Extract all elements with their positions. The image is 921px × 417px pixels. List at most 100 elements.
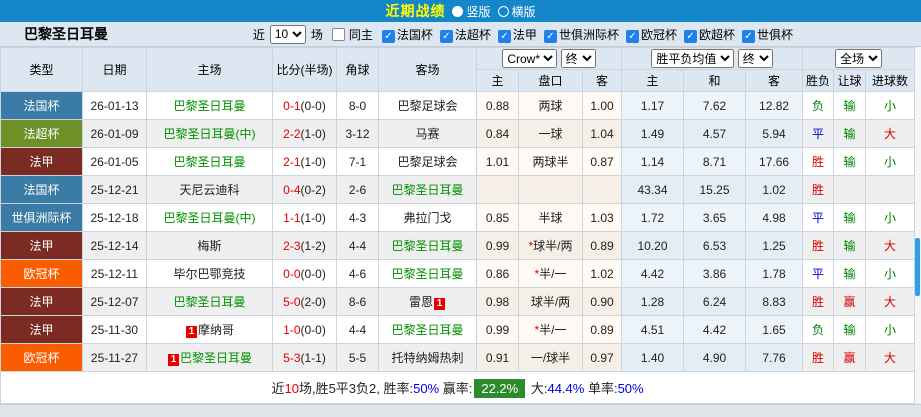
result-cell: 平	[803, 260, 834, 288]
corner-cell: 7-1	[337, 148, 379, 176]
col-away: 客场	[379, 48, 477, 92]
league-badge: 法甲	[1, 232, 83, 260]
pan-home-odds: 0.91	[477, 344, 519, 372]
league-checkbox-法甲[interactable]: ✓	[498, 30, 511, 43]
scope-select[interactable]: 全场	[835, 49, 882, 68]
layout-horizontal-option[interactable]: 横版	[498, 3, 536, 20]
result-cell: 胜	[803, 344, 834, 372]
handicap-line: 球半/两	[519, 288, 583, 316]
match-row: 法甲25-11-301摩纳哥1-0(0-0)4-4巴黎圣日耳曼0.99*半/一0…	[1, 316, 915, 344]
col-avg-away: 客	[746, 70, 803, 92]
recent-count-select[interactable]: 10	[270, 25, 306, 44]
avg-home-odds: 1.17	[622, 92, 684, 120]
pan-away-odds: 1.03	[583, 204, 622, 232]
col-pan-away: 客	[583, 70, 622, 92]
recent-label: 近	[253, 26, 265, 43]
score-cell: 0-1(0-0)	[273, 92, 337, 120]
topbar: 近期战绩 竖版 横版	[0, 0, 921, 22]
summary-segment: 10	[284, 381, 298, 396]
recent-results-panel: 近期战绩 竖版 横版 巴黎圣日耳曼 近 10 场 同主 ✓法国杯✓法超杯✓法甲✓…	[0, 0, 921, 403]
radio-unselected-icon[interactable]	[498, 6, 509, 17]
corner-cell: 4-4	[337, 232, 379, 260]
avg-draw-odds: 7.62	[684, 92, 746, 120]
avg-away-odds: 5.94	[746, 120, 803, 148]
avg-final-select[interactable]: 终	[738, 49, 773, 68]
odds-final-select[interactable]: 终	[561, 49, 596, 68]
handicap-line: 两球半	[519, 148, 583, 176]
home-team-cell: 巴黎圣日耳曼	[147, 92, 273, 120]
table-header: 类型 日期 主场 比分(半场) 角球 客场 Crow* 终 胜平负均值 终 全场	[1, 48, 915, 92]
handicap-result-cell: 输	[834, 120, 866, 148]
league-checkbox-世俱洲际杯[interactable]: ✓	[544, 30, 557, 43]
avg-odds-header: 胜平负均值 终	[622, 48, 803, 70]
bottom-strip	[0, 404, 921, 417]
col-date: 日期	[83, 48, 147, 92]
avg-odds-select[interactable]: 胜平负均值	[651, 49, 734, 68]
pan-away-odds: 0.97	[583, 344, 622, 372]
team-name: 巴黎足球会	[397, 155, 457, 169]
match-date: 25-12-21	[83, 176, 147, 204]
home-team-cell: 巴黎圣日耳曼	[147, 288, 273, 316]
team-name: 摩纳哥	[198, 323, 234, 337]
team-name: 巴黎圣日耳曼	[173, 99, 245, 113]
league-checkbox-欧超杯[interactable]: ✓	[684, 30, 697, 43]
odds-company-select[interactable]: Crow*	[502, 49, 557, 68]
goals-result-cell: 小	[866, 204, 915, 232]
avg-draw-odds: 4.42	[684, 316, 746, 344]
pan-away-odds: 0.89	[583, 316, 622, 344]
matches-label: 场	[311, 26, 323, 43]
goals-result-cell: 大	[866, 344, 915, 372]
avg-home-odds: 43.34	[622, 176, 684, 204]
league-checkbox-法超杯[interactable]: ✓	[440, 30, 453, 43]
avg-home-odds: 1.49	[622, 120, 684, 148]
league-checkbox-label: 欧超杯	[699, 28, 735, 42]
league-checkbox-世俱杯[interactable]: ✓	[742, 30, 755, 43]
match-row: 法超杯26-01-09巴黎圣日耳曼(中)2-2(1-0)3-12马赛0.84一球…	[1, 120, 915, 148]
handicap-result-cell: 输	[834, 316, 866, 344]
avg-draw-odds: 4.90	[684, 344, 746, 372]
league-checkbox-法国杯[interactable]: ✓	[382, 30, 395, 43]
layout-vertical-label: 竖版	[466, 3, 490, 20]
summary-segment: 22.2%	[474, 379, 525, 398]
radio-selected-icon[interactable]	[452, 6, 463, 17]
league-filter-checkboxes: ✓法国杯✓法超杯✓法甲✓世俱洲际杯✓欧冠杯✓欧超杯✓世俱杯	[375, 26, 793, 43]
avg-draw-odds: 4.57	[684, 120, 746, 148]
team-name: 巴黎圣日耳曼	[391, 239, 463, 253]
league-badge: 法甲	[1, 148, 83, 176]
goals-result-cell: 大	[866, 288, 915, 316]
pan-home-odds: 0.98	[477, 288, 519, 316]
handicap-result-cell	[834, 176, 866, 204]
handicap-line: 半球	[519, 204, 583, 232]
avg-home-odds: 1.28	[622, 288, 684, 316]
summary-segment: 44.4%	[547, 381, 584, 396]
same-home-label: 同主	[349, 26, 373, 43]
avg-away-odds: 4.98	[746, 204, 803, 232]
handicap-line: 一/球半	[519, 344, 583, 372]
league-checkbox-欧冠杯[interactable]: ✓	[626, 30, 639, 43]
avg-away-odds: 7.76	[746, 344, 803, 372]
away-team-cell: 托特纳姆热刺	[379, 344, 477, 372]
league-badge: 欧冠杯	[1, 344, 83, 372]
same-home-checkbox[interactable]	[332, 28, 345, 41]
team-name: 巴黎足球会	[397, 99, 457, 113]
avg-away-odds: 12.82	[746, 92, 803, 120]
col-score: 比分(半场)	[273, 48, 337, 92]
match-row: 法国杯26-01-13巴黎圣日耳曼0-1(0-0)8-0巴黎足球会0.88两球1…	[1, 92, 915, 120]
handicap-line: 一球	[519, 120, 583, 148]
match-date: 26-01-05	[83, 148, 147, 176]
avg-away-odds: 1.78	[746, 260, 803, 288]
odds-company-header: Crow* 终	[477, 48, 622, 70]
summary-segment: 50%	[618, 381, 644, 396]
layout-vertical-option[interactable]: 竖版	[452, 3, 490, 20]
team-name: 托特纳姆热刺	[391, 351, 463, 365]
handicap-result-cell: 输	[834, 148, 866, 176]
scrollbar-thumb[interactable]	[915, 238, 920, 296]
corner-cell: 4-6	[337, 260, 379, 288]
score-cell: 2-2(1-0)	[273, 120, 337, 148]
handicap-result-cell: 输	[834, 260, 866, 288]
pan-away-odds: 1.00	[583, 92, 622, 120]
col-corner: 角球	[337, 48, 379, 92]
pan-home-odds: 0.88	[477, 92, 519, 120]
corner-cell: 3-12	[337, 120, 379, 148]
team-name: 巴黎圣日耳曼	[173, 155, 245, 169]
